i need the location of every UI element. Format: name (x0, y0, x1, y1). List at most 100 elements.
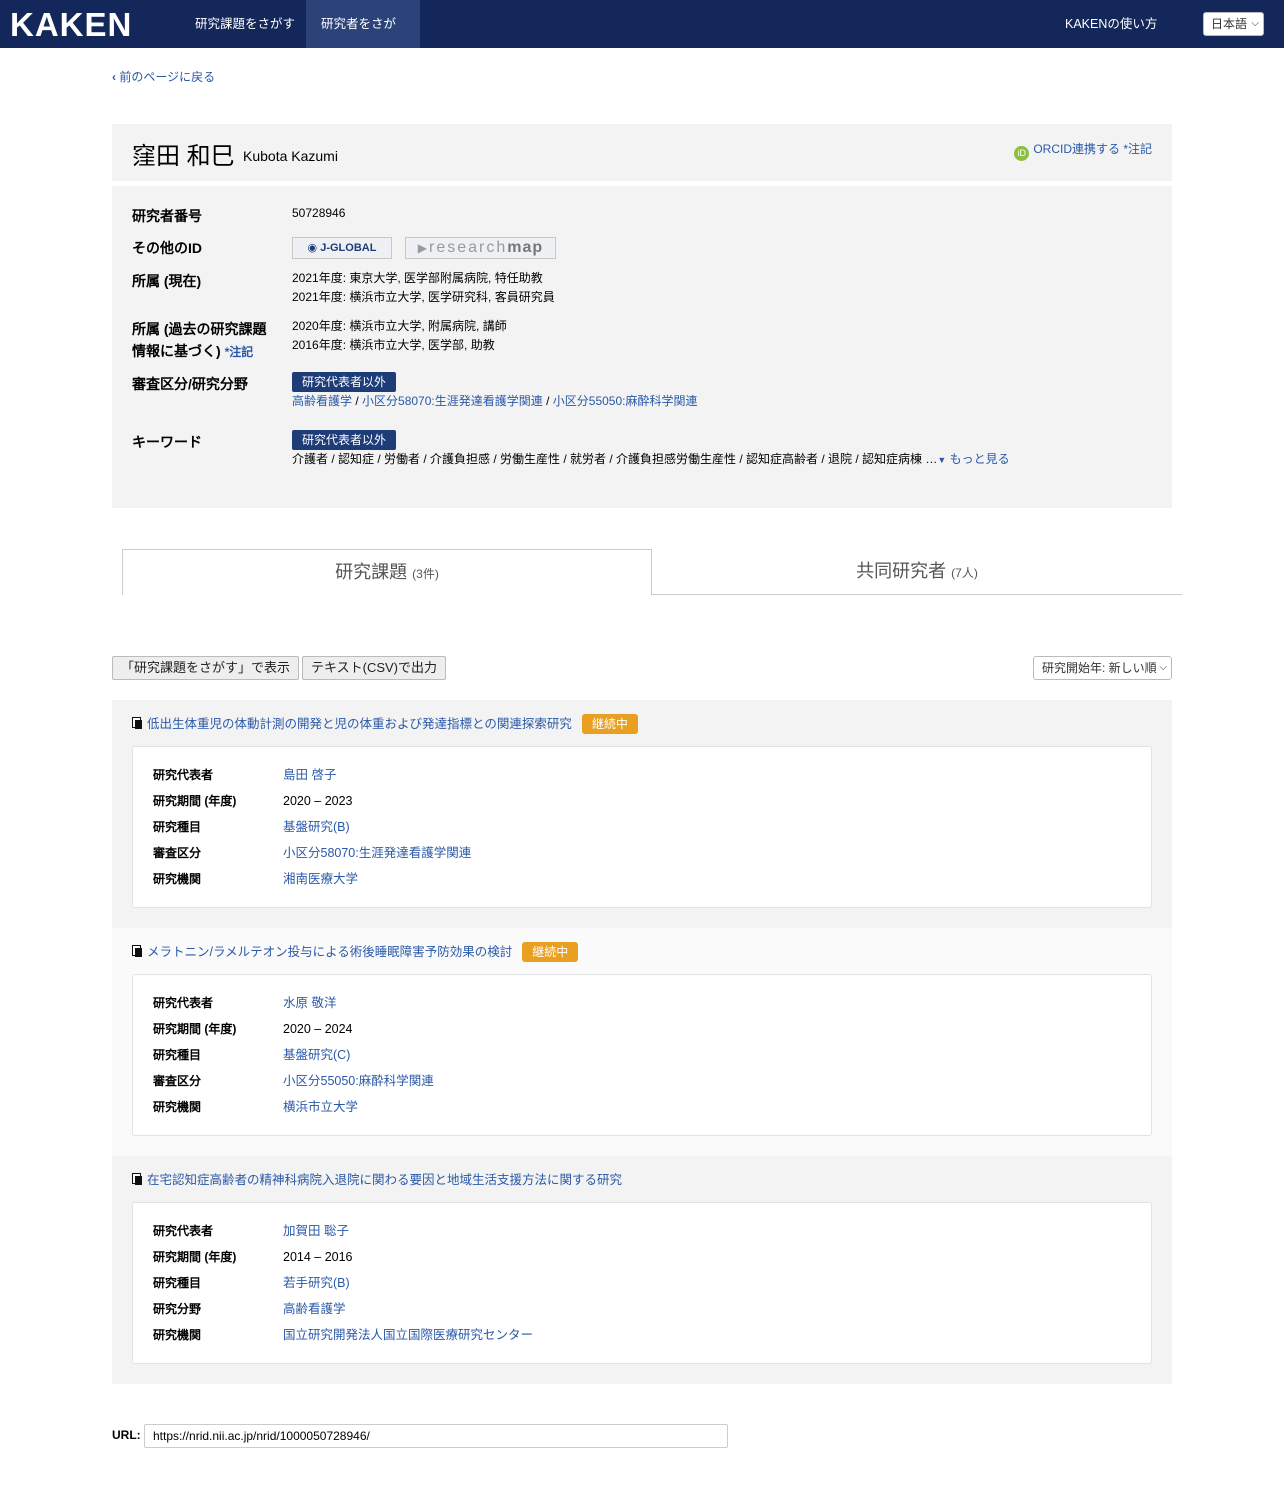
affil-current-item: 2021年度: 東京大学, 医学部附属病院, 特任助教 (292, 271, 543, 285)
orcid-link[interactable]: iD ORCID連携する *注記 (1014, 140, 1152, 161)
detail-key: 研究種目 (153, 1276, 202, 1290)
nav-search-researchers[interactable]: 研究者をさがす (306, 0, 420, 79)
researcher-name-en: Kubota Kazumi (243, 148, 338, 164)
detail-row: 研究種目 若手研究(B) (153, 1270, 1133, 1296)
researcher-number-label: 研究者番号 (132, 208, 202, 224)
review-link[interactable]: 小区分58070:生涯発達看護学関連 (362, 394, 543, 408)
researcher-name-ja: 窪田 和巳 (132, 143, 235, 170)
jglobal-logo[interactable]: ◉ J-GLOBAL (292, 237, 392, 259)
keywords-text: 介護者 / 認知症 / 労働者 / 介護負担感 / 労働生産性 / 就労者 / … (292, 452, 938, 466)
detail-link[interactable]: 国立研究開発法人国立国際医療研究センター (283, 1322, 533, 1348)
tab-coresearchers-count: (7人) (951, 566, 978, 580)
detail-link[interactable]: 横浜市立大学 (283, 1094, 358, 1120)
url-label: URL: (112, 1428, 141, 1442)
detail-key: 研究種目 (153, 820, 202, 834)
sort-value: 研究開始年: 新しい順 (1042, 661, 1157, 675)
detail-key: 審査区分 (153, 846, 202, 860)
project-title-link[interactable]: 低出生体重児の体動計測の開発と児の体重および発達指標との関連探索研究 (147, 717, 572, 731)
orcid-link-label: ORCID連携する (1033, 142, 1120, 156)
detail-link[interactable]: 島田 啓子 (283, 762, 336, 788)
nav-search-projects[interactable]: 研究課題をさがす (180, 0, 310, 48)
detail-key: 研究機関 (153, 872, 202, 886)
detail-value: 2020 – 2024 (283, 1022, 353, 1036)
affil-past-label-line1: 所属 (過去の研究課題 (132, 321, 267, 337)
role-badge: 研究代表者以外 (292, 430, 397, 450)
affil-past-item: 2016年度: 横浜市立大学, 医学部, 助教 (292, 338, 495, 352)
kaken-logo[interactable]: KAKEN (10, 6, 132, 44)
detail-key: 研究種目 (153, 1048, 202, 1062)
researchmap-logo[interactable]: ▶researchmap (405, 237, 556, 259)
project-title-link[interactable]: メラトニン/ラメルテオン投与による術後睡眠障害予防効果の検討 (147, 945, 512, 959)
detail-link[interactable]: 基盤研究(C) (283, 1042, 350, 1068)
keyword-label: キーワード (132, 434, 202, 450)
affil-current-list: 2021年度: 東京大学, 医学部附属病院, 特任助教 2021年度: 横浜市立… (292, 269, 555, 307)
show-in-search-button[interactable]: 「研究課題をさがす」で表示 (112, 656, 299, 680)
detail-row: 研究種目 基盤研究(B) (153, 814, 1133, 840)
project-details: 研究代表者 島田 啓子 研究期間 (年度) 2020 – 2023 研究種目 基盤研究… (132, 746, 1152, 908)
detail-row: 審査区分 小区分58070:生涯発達看護学関連 (153, 840, 1133, 866)
detail-key: 審査区分 (153, 1074, 202, 1088)
keyword-values: 研究代表者以外 介護者 / 認知症 / 労働者 / 介護負担感 / 労働生産性 … (292, 430, 1010, 470)
csv-export-button[interactable]: テキスト(CSV)で出力 (302, 656, 446, 680)
jglobal-icon: ◉ (307, 242, 318, 254)
detail-row: 審査区分 小区分55050:麻酔科学関連 (153, 1068, 1133, 1094)
sort-select[interactable]: 研究開始年: 新しい順 ⌵ (1033, 656, 1172, 680)
researchmap-text-a: research (429, 239, 508, 256)
detail-key: 研究機関 (153, 1100, 202, 1114)
researcher-header: 窪田 和巳 Kubota Kazumi iD ORCID連携する *注記 (112, 124, 1172, 181)
detail-key: 研究期間 (年度) (153, 1022, 237, 1036)
affil-past-note-link[interactable]: *注記 (225, 345, 254, 359)
detail-key: 研究期間 (年度) (153, 1250, 237, 1264)
top-navbar: KAKEN 研究課題をさがす 研究者をさがす KAKENの使い方 日本語 ⌵ (0, 0, 1284, 79)
more-link[interactable]: もっと見る (950, 452, 1010, 466)
detail-link[interactable]: 湘南医療大学 (283, 866, 358, 892)
detail-key: 研究代表者 (153, 768, 214, 782)
nav-help[interactable]: KAKENの使い方 (1050, 0, 1172, 48)
play-icon: ▶ (417, 241, 430, 255)
detail-link[interactable]: 水原 敬洋 (283, 990, 336, 1016)
review-link[interactable]: 高齢看護学 (292, 394, 352, 408)
tab-coresearchers[interactable]: 共同研究者 (7人) (652, 549, 1182, 595)
back-link-label: 前のページに戻る (119, 70, 216, 84)
tab-projects[interactable]: 研究課題 (3件) (122, 549, 652, 595)
detail-row: 研究代表者 島田 啓子 (153, 762, 1133, 788)
detail-row: 研究期間 (年度) 2020 – 2024 (153, 1016, 1133, 1042)
detail-link[interactable]: 小区分55050:麻酔科学関連 (283, 1068, 434, 1094)
back-link[interactable]: ‹ 前のページに戻る (112, 68, 215, 85)
tab-projects-label: 研究課題 (335, 562, 408, 582)
detail-link[interactable]: 高齢看護学 (283, 1296, 346, 1322)
language-value: 日本語 (1211, 17, 1248, 31)
affil-past-list: 2020年度: 横浜市立大学, 附属病院, 講師 2016年度: 横浜市立大学,… (292, 317, 507, 355)
detail-row: 研究期間 (年度) 2014 – 2016 (153, 1244, 1133, 1270)
detail-row: 研究機関 湘南医療大学 (153, 866, 1133, 892)
keyword-list: 介護者 / 認知症 / 労働者 / 介護負担感 / 労働生産性 / 就労者 / … (292, 450, 1010, 470)
document-icon (132, 1173, 142, 1185)
project-card: メラトニン/ラメルテオン投与による術後睡眠障害予防効果の検討 継続中 研究代表者 水… (112, 928, 1172, 1156)
detail-row: 研究代表者 加賀田 聡子 (153, 1218, 1133, 1244)
affil-past-label-text: 情報に基づく) (132, 343, 221, 359)
chevron-down-icon: ⌵ (1251, 18, 1259, 29)
researchmap-text-b: map (507, 239, 544, 256)
researcher-info: 研究者番号 50728946 その他のID ◉ J-GLOBAL ▶resear… (112, 186, 1172, 508)
review-link[interactable]: 小区分55050:麻酔科学関連 (553, 394, 698, 408)
project-details: 研究代表者 水原 敬洋 研究期間 (年度) 2020 – 2024 研究種目 基盤研究… (132, 974, 1152, 1136)
detail-link[interactable]: 小区分58070:生涯発達看護学関連 (283, 840, 471, 866)
detail-row: 研究種目 基盤研究(C) (153, 1042, 1133, 1068)
language-select[interactable]: 日本語 ⌵ (1203, 12, 1264, 36)
url-field[interactable]: https://nrid.nii.ac.jp/nrid/100005072894… (144, 1424, 728, 1448)
detail-link[interactable]: 若手研究(B) (283, 1270, 350, 1296)
status-badge: 継続中 (581, 714, 638, 734)
caret-down-icon[interactable]: ▼ (937, 455, 946, 465)
detail-link[interactable]: 基盤研究(B) (283, 814, 350, 840)
orcid-note-link[interactable]: *注記 (1123, 142, 1152, 156)
affil-current-label: 所属 (現在) (132, 273, 202, 289)
chevron-left-icon: ‹ (112, 70, 116, 84)
tab-coresearchers-label: 共同研究者 (856, 561, 947, 581)
detail-link[interactable]: 加賀田 聡子 (283, 1218, 349, 1244)
chevron-down-icon: ⌵ (1159, 662, 1167, 673)
project-card: 在宅認知症高齢者の精神科病院入退院に関わる要因と地域生活支援方法に関する研究 研… (112, 1156, 1172, 1384)
detail-value: 2014 – 2016 (283, 1250, 353, 1264)
review-list: 高齢看護学 / 小区分58070:生涯発達看護学関連 / 小区分55050:麻酔… (292, 394, 698, 408)
project-title-link[interactable]: 在宅認知症高齢者の精神科病院入退院に関わる要因と地域生活支援方法に関する研究 (147, 1173, 622, 1187)
researcher-number: 50728946 (292, 206, 346, 220)
